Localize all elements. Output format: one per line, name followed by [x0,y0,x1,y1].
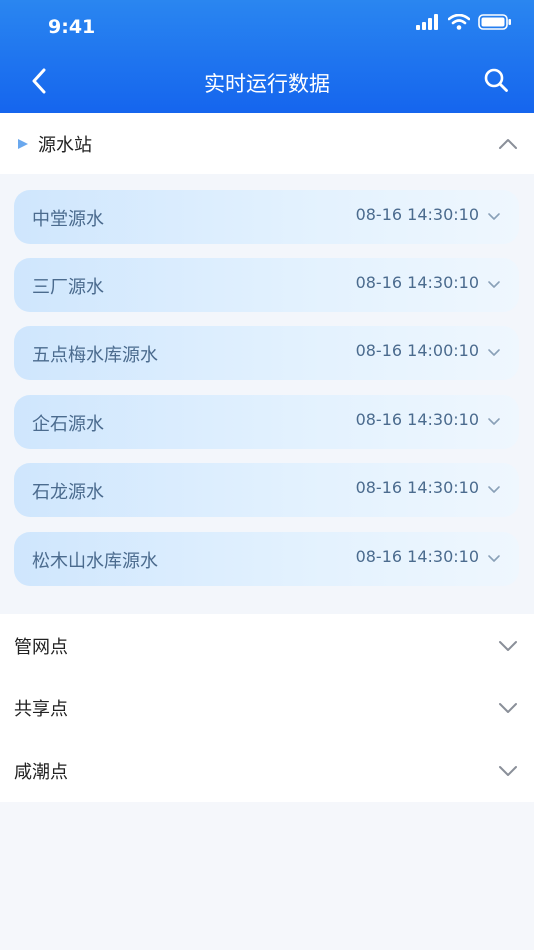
chevron-down-icon [499,641,517,651]
search-button[interactable] [478,62,514,98]
list-item[interactable]: 企石源水 08-16 14:30:10 [14,395,519,449]
battery-icon [478,14,511,30]
station-name: 松木山水库源水 [32,551,158,572]
station-name: 中堂源水 [32,209,104,230]
section-header-source[interactable]: 源水站 [0,113,534,175]
app-header: 9:41 实时运行数据 [0,0,534,113]
station-time: 08-16 14:00:10 [355,341,479,360]
list-item[interactable]: 中堂源水 08-16 14:30:10 [14,190,519,244]
source-list: 中堂源水 08-16 14:30:10 三厂源水 08-16 14:30:10 … [0,174,534,614]
triangle-icon [18,139,28,149]
nav-bar: 实时运行数据 [0,50,534,113]
section-header-pipe-network[interactable]: 管网点 [0,615,534,677]
chevron-down-icon [499,766,517,776]
chevron-down-icon [488,486,500,493]
chevron-up-icon [499,139,517,149]
collapsed-sections: 管网点 共享点 咸潮点 [0,614,534,802]
section-header-saltwater[interactable]: 咸潮点 [0,740,534,802]
station-time: 08-16 14:30:10 [355,478,479,497]
wifi-icon [448,14,470,30]
station-time: 08-16 14:30:10 [355,547,479,566]
section-header-shared[interactable]: 共享点 [0,677,534,739]
section-label: 共享点 [14,699,68,720]
chevron-down-icon [488,349,500,356]
section-label: 咸潮点 [14,762,68,783]
chevron-down-icon [488,418,500,425]
section-label: 源水站 [38,135,92,156]
signal-icon [416,14,438,30]
station-time: 08-16 14:30:10 [355,273,479,292]
status-time: 9:41 [48,16,96,38]
chevron-down-icon [488,555,500,562]
chevron-down-icon [499,703,517,713]
station-name: 企石源水 [32,414,104,435]
section-label: 管网点 [14,637,68,658]
list-item[interactable]: 石龙源水 08-16 14:30:10 [14,463,519,517]
status-bar: 9:41 [0,0,534,50]
list-item[interactable]: 三厂源水 08-16 14:30:10 [14,258,519,312]
station-time: 08-16 14:30:10 [355,205,479,224]
station-name: 五点梅水库源水 [32,345,158,366]
list-item[interactable]: 五点梅水库源水 08-16 14:00:10 [14,326,519,380]
station-name: 石龙源水 [32,482,104,503]
search-icon [484,68,508,92]
page-title: 实时运行数据 [204,72,330,96]
chevron-down-icon [488,213,500,220]
chevron-down-icon [488,281,500,288]
station-time: 08-16 14:30:10 [355,410,479,429]
station-name: 三厂源水 [32,277,104,298]
status-icons [416,14,512,30]
list-item[interactable]: 松木山水库源水 08-16 14:30:10 [14,532,519,586]
